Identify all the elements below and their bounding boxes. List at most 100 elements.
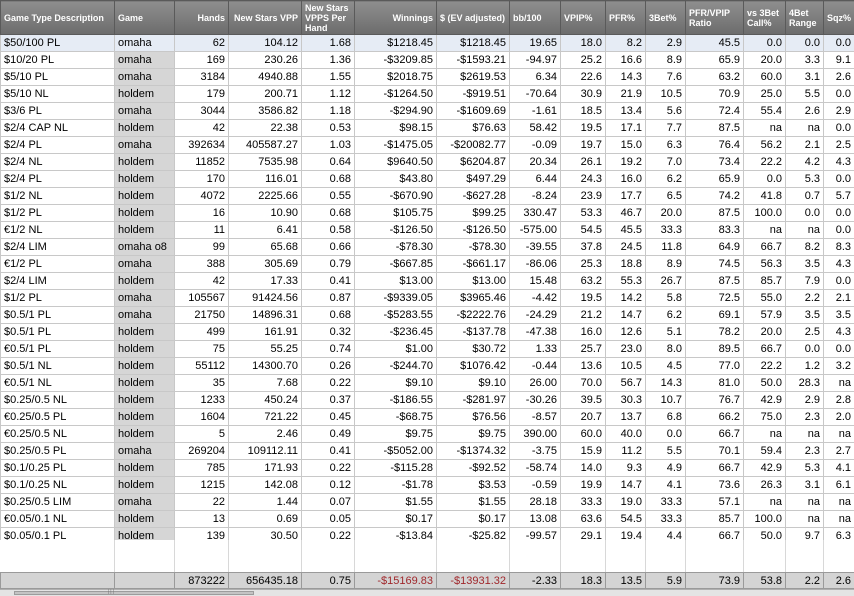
table-row[interactable]: €0.05/0.1 NLholdem130.690.05$0.17$0.1713… <box>1 511 854 528</box>
cell-win: -$294.90 <box>355 103 437 120</box>
cell-game: holdem <box>115 460 175 477</box>
cell-pfr: 13.7 <box>606 409 646 426</box>
col-header-vpp-per-hand[interactable]: New Stars VPPS Per Hand <box>302 1 355 35</box>
cell-bb: 330.47 <box>510 205 561 222</box>
cell-sqz: 0.0 <box>824 222 854 239</box>
table-row[interactable]: $0.5/1 PLomaha2175014896.310.68-$5283.55… <box>1 307 854 324</box>
cell-vpip: 13.6 <box>561 358 606 375</box>
table-row[interactable]: $2/4 LIMholdem4217.330.41$13.00$13.0015.… <box>1 273 854 290</box>
col-header-desc[interactable]: Game Type Description <box>1 1 115 35</box>
table-row[interactable]: $2/4 NLholdem118527535.980.64$9640.50$62… <box>1 154 854 171</box>
col-header-vpip[interactable]: VPIP% <box>561 1 606 35</box>
table-row[interactable]: $0.25/0.5 NLholdem1233450.240.37-$186.55… <box>1 392 854 409</box>
col-header-hands[interactable]: Hands <box>175 1 229 35</box>
col-header-ev-adjusted[interactable]: $ (EV adjusted) <box>437 1 510 35</box>
cell-win: -$126.50 <box>355 222 437 239</box>
table-row[interactable]: €0.5/1 NLholdem357.680.22$9.10$9.1026.00… <box>1 375 854 392</box>
cell-ev: -$126.50 <box>437 222 510 239</box>
cell-hands: 105567 <box>175 290 229 307</box>
cell-bet4: na <box>786 426 824 443</box>
table-row[interactable]: $0.25/0.5 LIMomaha221.440.07$1.55$1.5528… <box>1 494 854 511</box>
total-game <box>115 573 175 589</box>
table-row[interactable]: $1/2 NLholdem40722225.660.55-$670.90-$62… <box>1 188 854 205</box>
cell-sqz: 0.0 <box>824 273 854 290</box>
cell-pfr: 19.2 <box>606 154 646 171</box>
grid-line <box>174 540 175 572</box>
empty-grid-area <box>0 540 854 572</box>
cell-bb: 1.33 <box>510 341 561 358</box>
cell-call3: na <box>744 120 786 137</box>
cell-vpph: 0.12 <box>302 477 355 494</box>
cell-ev: $6204.87 <box>437 154 510 171</box>
cell-vpph: 0.05 <box>302 511 355 528</box>
col-header-pfr-vpip-ratio[interactable]: PFR/VPIP Ratio <box>686 1 744 35</box>
cell-sqz: 4.3 <box>824 324 854 341</box>
cell-vpip: 39.5 <box>561 392 606 409</box>
table-row[interactable]: $0.5/1 PLholdem499161.910.32-$236.45-$13… <box>1 324 854 341</box>
table-row[interactable]: $5/10 PLomaha31844940.881.55$2018.75$261… <box>1 69 854 86</box>
cell-ratio: 87.5 <box>686 120 744 137</box>
cell-ev: -$78.30 <box>437 239 510 256</box>
total-ev: -$13931.32 <box>437 573 510 589</box>
col-header-pfr[interactable]: PFR% <box>606 1 646 35</box>
cell-vpp: 721.22 <box>229 409 302 426</box>
cell-win: -$1264.50 <box>355 86 437 103</box>
col-header-game[interactable]: Game <box>115 1 175 35</box>
cell-vpp: 14300.70 <box>229 358 302 375</box>
table-row[interactable]: €1/2 NLholdem116.410.58-$126.50-$126.50-… <box>1 222 854 239</box>
table-row[interactable]: $0.25/0.5 PLomaha269204109112.110.41-$50… <box>1 443 854 460</box>
table-row[interactable]: €0.5/1 PLholdem7555.250.74$1.00$30.721.3… <box>1 341 854 358</box>
cell-win: -$5052.00 <box>355 443 437 460</box>
cell-win: -$68.75 <box>355 409 437 426</box>
table-row[interactable]: €1/2 PLomaha388305.690.79-$667.85-$661.1… <box>1 256 854 273</box>
table-row[interactable]: $1/2 PLholdem1610.900.68$105.75$99.25330… <box>1 205 854 222</box>
table-row[interactable]: $0.5/1 NLholdem5511214300.700.26-$244.70… <box>1 358 854 375</box>
cell-call3: 56.2 <box>744 137 786 154</box>
cell-vpph: 0.41 <box>302 443 355 460</box>
cell-vpip: 25.7 <box>561 341 606 358</box>
table-row[interactable]: $2/4 LIMomaha o89965.680.66-$78.30-$78.3… <box>1 239 854 256</box>
total-vpp: 656435.18 <box>229 573 302 589</box>
table-row[interactable]: $3/6 PLomaha30443586.821.18-$294.90-$160… <box>1 103 854 120</box>
grid-line <box>436 540 437 572</box>
col-header-4bet-range[interactable]: 4Bet Range <box>786 1 824 35</box>
cell-call3: na <box>744 426 786 443</box>
col-header-bb100[interactable]: bb/100 <box>510 1 561 35</box>
table-row[interactable]: $2/4 PLomaha392634405587.271.03-$1475.05… <box>1 137 854 154</box>
cell-call3: 100.0 <box>744 205 786 222</box>
cell-hands: 170 <box>175 171 229 188</box>
cell-vpip: 19.5 <box>561 290 606 307</box>
cell-vpip: 30.9 <box>561 86 606 103</box>
table-row[interactable]: $0.1/0.25 NLholdem1215142.080.12-$1.78$3… <box>1 477 854 494</box>
table-row[interactable]: €0.25/0.5 NLholdem52.460.49$9.75$9.75390… <box>1 426 854 443</box>
table-row[interactable]: €0.25/0.5 PLholdem1604721.220.45-$68.75$… <box>1 409 854 426</box>
cell-call3: na <box>744 494 786 511</box>
table-row[interactable]: $2/4 PLholdem170116.010.68$43.80$497.296… <box>1 171 854 188</box>
table-row[interactable]: $0.1/0.25 PLholdem785171.930.22-$115.28-… <box>1 460 854 477</box>
col-header-sqz[interactable]: Sqz% <box>824 1 854 35</box>
cell-hands: 1604 <box>175 409 229 426</box>
cell-pfr: 54.5 <box>606 511 646 528</box>
col-header-vs-3bet-call[interactable]: vs 3Bet Call% <box>744 1 786 35</box>
cell-hands: 62 <box>175 35 229 52</box>
cell-vpp: 17.33 <box>229 273 302 290</box>
col-header-winnings[interactable]: Winnings <box>355 1 437 35</box>
cell-vpph: 1.55 <box>302 69 355 86</box>
cell-ev: -$2222.76 <box>437 307 510 324</box>
scrollbar-thumb[interactable] <box>14 591 254 595</box>
cell-bb: -8.57 <box>510 409 561 426</box>
table-row[interactable]: $50/100 PLomaha62104.121.68$1218.45$1218… <box>1 35 854 52</box>
cell-bet3: 33.3 <box>646 222 686 239</box>
col-header-vpp[interactable]: New Stars VPP <box>229 1 302 35</box>
table-row[interactable]: $2/4 CAP NLholdem4222.380.53$98.15$76.63… <box>1 120 854 137</box>
table-row[interactable]: $1/2 PLomaha10556791424.560.87-$9339.05$… <box>1 290 854 307</box>
cell-vpph: 0.58 <box>302 222 355 239</box>
cell-bet3: 7.0 <box>646 154 686 171</box>
cell-hands: 169 <box>175 52 229 69</box>
table-row[interactable]: $5/10 NLholdem179200.711.12-$1264.50-$91… <box>1 86 854 103</box>
cell-call3: 22.2 <box>744 358 786 375</box>
table-row[interactable]: $10/20 PLomaha169230.261.36-$3209.85-$15… <box>1 52 854 69</box>
cell-bet3: 5.6 <box>646 103 686 120</box>
col-header-3bet[interactable]: 3Bet% <box>646 1 686 35</box>
cell-ratio: 70.1 <box>686 443 744 460</box>
